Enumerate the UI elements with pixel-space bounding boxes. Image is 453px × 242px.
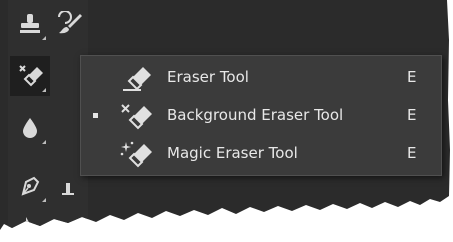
menu-item-shortcut: E [407,106,417,124]
screenshot-region: Eraser Tool E Background Eraser Tool E M… [0,0,450,230]
toolbar [8,0,90,230]
menu-item-label: Eraser Tool [167,68,249,86]
background-eraser-icon [16,63,44,89]
blur-tool[interactable] [10,108,50,148]
drop-icon [18,115,42,141]
history-brush-icon [56,11,84,37]
stamp-icon [17,11,43,37]
tool-group-indicator [42,88,46,92]
menu-item-background-eraser-tool[interactable]: Background Eraser Tool E [81,98,441,134]
tool-group-indicator [42,140,46,144]
tool-group-indicator [42,36,46,40]
menu-item-magic-eraser-tool[interactable]: Magic Eraser Tool E [81,136,441,172]
path-selection-tool[interactable] [10,208,50,230]
clone-stamp-tool[interactable] [10,4,50,44]
menu-item-eraser-tool[interactable]: Eraser Tool E [81,60,441,96]
menu-item-shortcut: E [407,144,417,162]
magic-eraser-icon [119,139,155,169]
eraser-flyout-menu: Eraser Tool E Background Eraser Tool E M… [80,55,442,176]
eraser-tool-group[interactable] [10,56,50,96]
menu-item-label: Magic Eraser Tool [167,144,298,162]
background-eraser-icon [119,101,155,131]
selected-indicator [93,113,98,118]
tool-group-indicator [42,198,46,202]
pen-tool[interactable] [10,166,50,206]
arrow-icon [20,213,40,230]
menu-item-label: Background Eraser Tool [167,106,344,124]
history-brush-tool[interactable] [50,4,90,44]
eraser-icon [119,63,155,93]
menu-item-shortcut: E [407,68,417,86]
type-icon [57,173,79,199]
pen-nib-icon [17,173,43,199]
